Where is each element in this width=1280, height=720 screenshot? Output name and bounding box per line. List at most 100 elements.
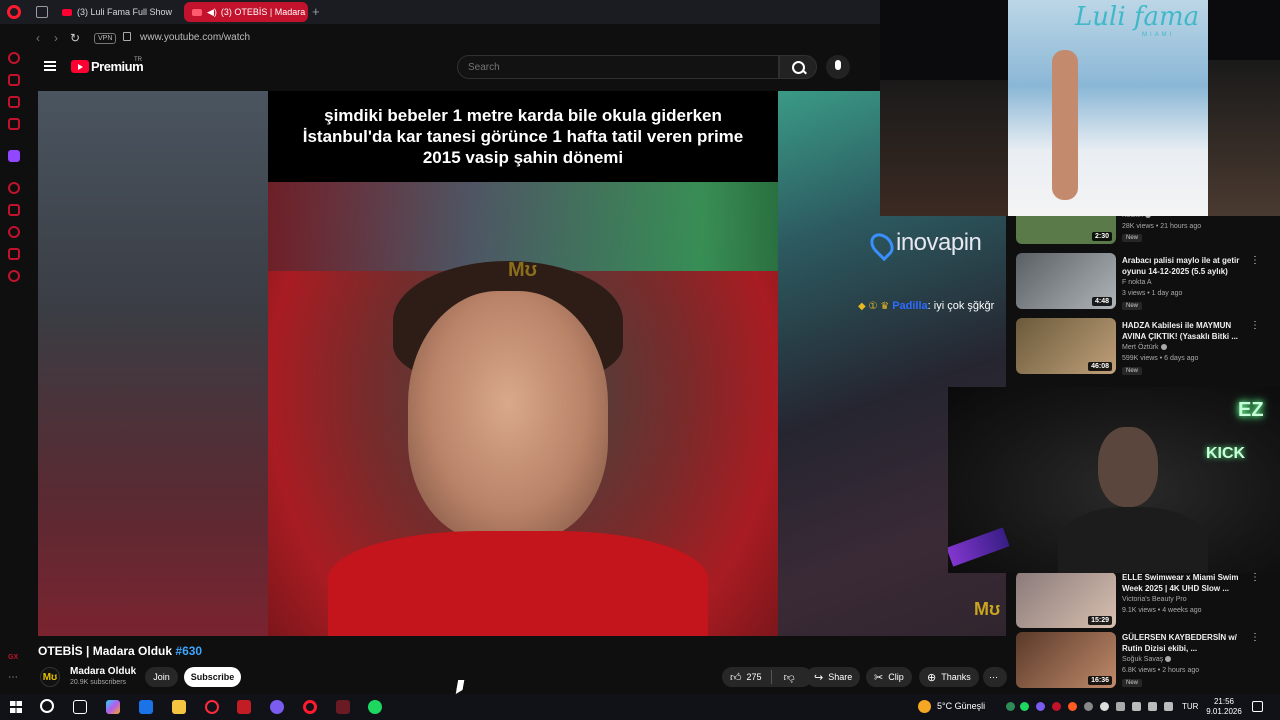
opera-logo-icon[interactable]: [7, 5, 21, 19]
twitch-icon[interactable]: [8, 150, 20, 162]
rec-title[interactable]: Arabacı palisi maylo ile at getir oyunu …: [1122, 255, 1248, 277]
history-icon[interactable]: [8, 226, 20, 238]
tray-app-icon[interactable]: [1084, 702, 1093, 711]
channel-name[interactable]: Madara Olduk: [70, 666, 136, 677]
rec-channel[interactable]: Victoria's Beauty Pro: [1122, 596, 1187, 603]
tray-discord-icon[interactable]: [1036, 702, 1045, 711]
rec-item-4[interactable]: 16:36 GÜLERSEN KAYBEDERSİN w/ Rutin Dizi…: [1016, 632, 1270, 694]
file-explorer-icon[interactable]: [172, 700, 186, 714]
video-frame[interactable]: şimdiki bebeler 1 metre karda bile okula…: [268, 91, 778, 636]
player-icon[interactable]: [8, 182, 20, 194]
weather-sun-icon[interactable]: [918, 700, 931, 713]
mail-icon[interactable]: [8, 118, 20, 130]
rec-channel[interactable]: F nokta A: [1122, 279, 1152, 286]
new-tab-button[interactable]: +: [312, 4, 320, 19]
windows-start-icon[interactable]: [10, 701, 22, 713]
join-button[interactable]: Join: [145, 667, 178, 687]
sidebar-more-icon[interactable]: ⋯: [8, 672, 18, 683]
blurred-background-left: [38, 91, 268, 636]
guide-menu-icon[interactable]: [44, 61, 56, 71]
bag-icon[interactable]: [8, 74, 20, 86]
bookmarks-icon[interactable]: [8, 204, 20, 216]
opera-icon[interactable]: [303, 700, 317, 714]
rec-item-3[interactable]: 15:29 ELLE Swimwear x Miami Swim Week 20…: [1016, 572, 1270, 634]
microphone-icon[interactable]: [1116, 702, 1125, 711]
tray-recorder-icon[interactable]: [1068, 702, 1077, 711]
spotify-icon[interactable]: [368, 700, 382, 714]
youtube-logo-icon[interactable]: [71, 60, 89, 73]
taskbar-search-icon[interactable]: [40, 699, 54, 713]
messenger-icon[interactable]: [8, 96, 20, 108]
rec-channel[interactable]: Soğuk Savaş: [1122, 656, 1172, 663]
url-text[interactable]: www.youtube.com/watch: [140, 32, 250, 43]
runway-backdrop: [1008, 0, 1208, 216]
voice-search-icon[interactable]: [826, 55, 850, 79]
gx-icon[interactable]: GX: [8, 654, 18, 661]
rec-menu-icon[interactable]: ⋮: [1250, 632, 1260, 643]
chat-badges: ◆ ① ♛: [858, 301, 890, 312]
search-input[interactable]: [457, 55, 779, 79]
rec-thumbnail[interactable]: 15:29: [1016, 572, 1116, 628]
rec-thumbnail[interactable]: 4:48: [1016, 253, 1116, 309]
more-actions-button[interactable]: ⋯: [983, 667, 1007, 687]
notification-icon[interactable]: [1252, 701, 1263, 712]
channel-avatar[interactable]: Mʊ: [40, 667, 60, 687]
tab-otebis[interactable]: ◀) (3) OTEBİS | Madara O: [184, 2, 308, 22]
tray-arrow-icon[interactable]: [1006, 702, 1015, 711]
dislike-icon[interactable]: 👎︎: [784, 671, 795, 684]
edge-icon[interactable]: [139, 700, 153, 714]
rec-title[interactable]: HADZA Kabilesi ile MAYMUN AVINA ÇIKTIK! …: [1122, 320, 1248, 342]
like-count[interactable]: 275: [747, 672, 762, 682]
aria-icon[interactable]: [8, 52, 20, 64]
verified-icon: [1160, 344, 1167, 351]
mouse-cursor-icon: [455, 680, 465, 694]
share-button[interactable]: ↪ Share: [806, 667, 861, 687]
battery-icon[interactable]: [1164, 702, 1173, 711]
rec-menu-icon[interactable]: ⋮: [1250, 255, 1260, 266]
extensions-icon[interactable]: [8, 248, 20, 260]
lock-icon[interactable]: [123, 32, 131, 41]
neon-sign-bottom: KICK: [1206, 445, 1246, 462]
subscribe-button[interactable]: Subscribe: [184, 667, 241, 687]
tray-opera-icon[interactable]: [1052, 702, 1061, 711]
weather-text[interactable]: 5°C Güneşli: [937, 701, 985, 711]
rec-title[interactable]: ELLE Swimwear x Miami Swim Week 2025 | 4…: [1122, 572, 1248, 594]
speaker-icon[interactable]: ◀): [207, 7, 217, 18]
rec-thumbnail[interactable]: 46:08: [1016, 318, 1116, 374]
settings-icon[interactable]: [8, 270, 20, 282]
task-view-icon[interactable]: [73, 700, 87, 714]
back-icon[interactable]: ‹: [36, 31, 40, 45]
like-icon[interactable]: 👍︎: [730, 671, 742, 684]
tray-spotify-icon[interactable]: [1020, 702, 1029, 711]
active-app-icon[interactable]: [336, 700, 350, 714]
video-hashtag[interactable]: #630: [175, 644, 202, 658]
rec-channel[interactable]: Mert Öztürk: [1122, 344, 1167, 351]
reload-icon[interactable]: ↻: [70, 31, 80, 45]
chat-text: : iyi çok şğkğr: [927, 300, 995, 312]
audience-left: [880, 80, 1008, 216]
rec-menu-icon[interactable]: ⋮: [1250, 320, 1260, 331]
opera-gx-icon[interactable]: [205, 700, 219, 714]
rec-title[interactable]: GÜLERSEN KAYBEDERSİN w/ Rutin Dizisi eki…: [1122, 632, 1248, 654]
clip-button[interactable]: ✂ Clip: [866, 667, 912, 687]
rec-item-2[interactable]: 46:08 HADZA Kabilesi ile MAYMUN AVINA ÇI…: [1016, 318, 1270, 380]
rec-item-1[interactable]: 4:48 Arabacı palisi maylo ile at getir o…: [1016, 253, 1270, 315]
video-editor-icon[interactable]: [237, 700, 251, 714]
vpn-badge[interactable]: VPN: [94, 33, 117, 44]
language-indicator[interactable]: TUR: [1182, 702, 1198, 711]
forward-icon[interactable]: ›: [54, 31, 58, 45]
discord-icon[interactable]: [270, 700, 284, 714]
video-player[interactable]: şimdiki bebeler 1 metre karda bile okula…: [38, 91, 1006, 636]
rec-menu-icon[interactable]: ⋮: [1250, 572, 1260, 583]
search-button[interactable]: [779, 55, 817, 79]
tab-luli-fama[interactable]: (3) Luli Fama Full Show in: [54, 2, 174, 22]
thanks-button[interactable]: ⊕ Thanks: [919, 667, 979, 687]
system-clock[interactable]: 21:56 9.01.2026: [1206, 697, 1242, 717]
rec-thumbnail[interactable]: 16:36: [1016, 632, 1116, 688]
copilot-icon[interactable]: [106, 700, 120, 714]
tray-steam-icon[interactable]: [1100, 702, 1109, 711]
workspaces-icon[interactable]: [36, 6, 48, 18]
network-icon[interactable]: [1132, 702, 1141, 711]
volume-icon[interactable]: [1148, 702, 1157, 711]
duration-badge: 46:08: [1088, 362, 1112, 371]
